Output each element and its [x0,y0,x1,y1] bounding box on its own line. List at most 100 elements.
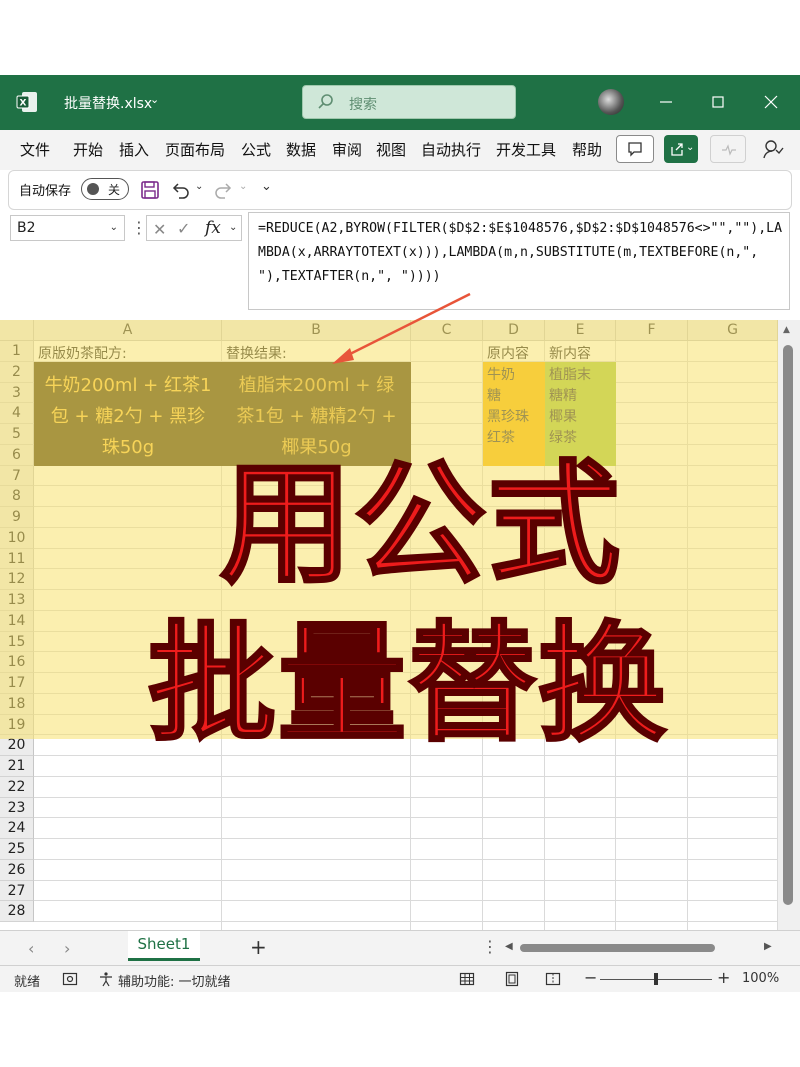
insert-function-button[interactable]: fx [205,218,221,238]
cancel-icon[interactable]: ✕ [153,220,166,239]
tab-data[interactable]: 数据 [286,139,316,160]
row-header-1[interactable]: 1 [0,341,34,362]
row-header-16[interactable]: 16 [0,652,34,673]
copilot-icon[interactable] [762,138,784,160]
close-icon[interactable] [760,91,782,113]
cell-d4[interactable]: 黑珍珠 [487,406,529,426]
cell-e1[interactable]: 新内容 [549,343,591,363]
row-header-2[interactable]: 2 [0,361,34,383]
tab-automate[interactable]: 自动执行 [421,139,481,160]
tab-formulas[interactable]: 公式 [241,139,271,160]
chevron-down-icon[interactable]: ⌄ [686,142,694,153]
avatar[interactable] [598,89,624,115]
file-name[interactable]: 批量替换.xlsx [64,93,152,113]
row-header-6[interactable]: 6 [0,444,34,466]
search-input[interactable]: 搜索 [302,85,516,119]
row-header-26[interactable]: 26 [0,859,34,881]
row-header-7[interactable]: 7 [0,465,34,487]
cell-a1[interactable]: 原版奶茶配方: [38,343,127,363]
row-header-25[interactable]: 25 [0,839,34,860]
row-header-27[interactable]: 27 [0,880,34,902]
chevron-left-icon[interactable]: ‹ [28,939,34,958]
autosave-toggle[interactable]: 关 [81,178,129,200]
row-header-13[interactable]: 13 [0,590,34,611]
tab-developer[interactable]: 开发工具 [496,139,556,160]
tab-help[interactable]: 帮助 [572,139,602,160]
cell-e2[interactable]: 植脂末 [549,364,591,384]
page-break-preview-icon[interactable] [545,971,561,987]
accessibility-status[interactable]: 辅助功能: 一切就绪 [118,971,231,990]
tab-insert[interactable]: 插入 [119,139,149,160]
macro-record-icon[interactable] [62,971,78,987]
accessibility-icon[interactable] [98,971,114,987]
column-header-g[interactable]: G [688,320,778,341]
maximize-icon[interactable] [707,91,729,113]
select-all-button[interactable] [0,320,34,341]
minimize-icon[interactable] [655,91,677,113]
zoom-out-button[interactable]: − [584,968,597,987]
zoom-slider-thumb[interactable] [654,973,658,985]
row-header-20[interactable]: 20 [0,735,34,756]
more-options-icon[interactable]: ⋮ [482,937,498,956]
tab-view[interactable]: 视图 [376,139,406,160]
comments-button[interactable] [616,135,654,163]
chevron-down-icon[interactable]: ⌄ [229,222,237,233]
tab-home[interactable]: 开始 [73,139,103,160]
cell-d2[interactable]: 牛奶 [487,364,515,384]
add-sheet-button[interactable]: + [250,935,267,959]
row-header-12[interactable]: 12 [0,569,34,590]
column-header-a[interactable]: A [34,320,222,341]
chevron-down-icon[interactable]: ⌄ [195,181,203,192]
check-icon[interactable]: ✓ [177,219,190,238]
tab-file[interactable]: 文件 [20,139,50,160]
column-header-f[interactable]: F [616,320,688,341]
page-layout-view-icon[interactable] [504,971,520,987]
column-header-d[interactable]: D [483,320,545,341]
row-header-5[interactable]: 5 [0,424,34,445]
scroll-left-icon[interactable]: ◀ [505,941,513,952]
cell-d5[interactable]: 红茶 [487,427,515,447]
row-header-15[interactable]: 15 [0,631,34,653]
cell-b1[interactable]: 替换结果: [226,343,287,363]
vertical-scroll-thumb[interactable] [783,345,793,905]
cell-e3[interactable]: 糖精 [549,385,577,405]
catch-up-button[interactable] [710,135,746,163]
chevron-right-icon[interactable]: › [64,939,70,958]
chevron-down-icon[interactable]: ⌄ [150,93,159,106]
tab-page-layout[interactable]: 页面布局 [165,139,225,160]
tab-review[interactable]: 审阅 [332,139,362,160]
horizontal-scroll-thumb[interactable] [520,944,715,952]
row-header-17[interactable]: 17 [0,673,34,694]
column-header-e[interactable]: E [545,320,616,341]
sheet-tab-active[interactable]: Sheet1 [128,931,200,961]
chevron-down-icon[interactable]: ⌄ [239,181,247,192]
row-header-14[interactable]: 14 [0,610,34,632]
zoom-level[interactable]: 100% [742,971,779,986]
cell-d1[interactable]: 原内容 [487,343,529,363]
save-icon[interactable] [139,179,161,201]
row-header-18[interactable]: 18 [0,693,34,715]
zoom-in-button[interactable]: + [717,968,730,987]
row-header-3[interactable]: 3 [0,382,34,404]
name-box[interactable]: B2 ⌄ [10,215,125,241]
undo-icon[interactable] [169,179,191,201]
row-header-28[interactable]: 28 [0,901,34,922]
scroll-right-icon[interactable]: ▶ [764,941,772,952]
scroll-up-icon[interactable]: ▲ [783,325,790,335]
normal-view-icon[interactable] [459,971,475,987]
row-header-9[interactable]: 9 [0,507,34,528]
row-header-8[interactable]: 8 [0,486,34,507]
row-header-24[interactable]: 24 [0,818,34,839]
row-header-4[interactable]: 4 [0,403,34,424]
row-header-11[interactable]: 11 [0,548,34,570]
cell-d3[interactable]: 糖 [487,385,501,405]
customize-toolbar-icon[interactable]: ⌄ [261,179,272,194]
chevron-down-icon[interactable]: ⌄ [110,222,118,233]
cell-e5[interactable]: 绿茶 [549,427,577,447]
redo-icon[interactable] [213,179,235,201]
cell-a2-merged[interactable]: 牛奶200ml + 红茶1 包 + 糖2勺 + 黑珍 珠50g [34,362,222,466]
more-options-icon[interactable]: ⋮ [131,218,147,237]
cell-e4[interactable]: 椰果 [549,406,577,426]
row-header-10[interactable]: 10 [0,527,34,549]
row-header-23[interactable]: 23 [0,797,34,819]
